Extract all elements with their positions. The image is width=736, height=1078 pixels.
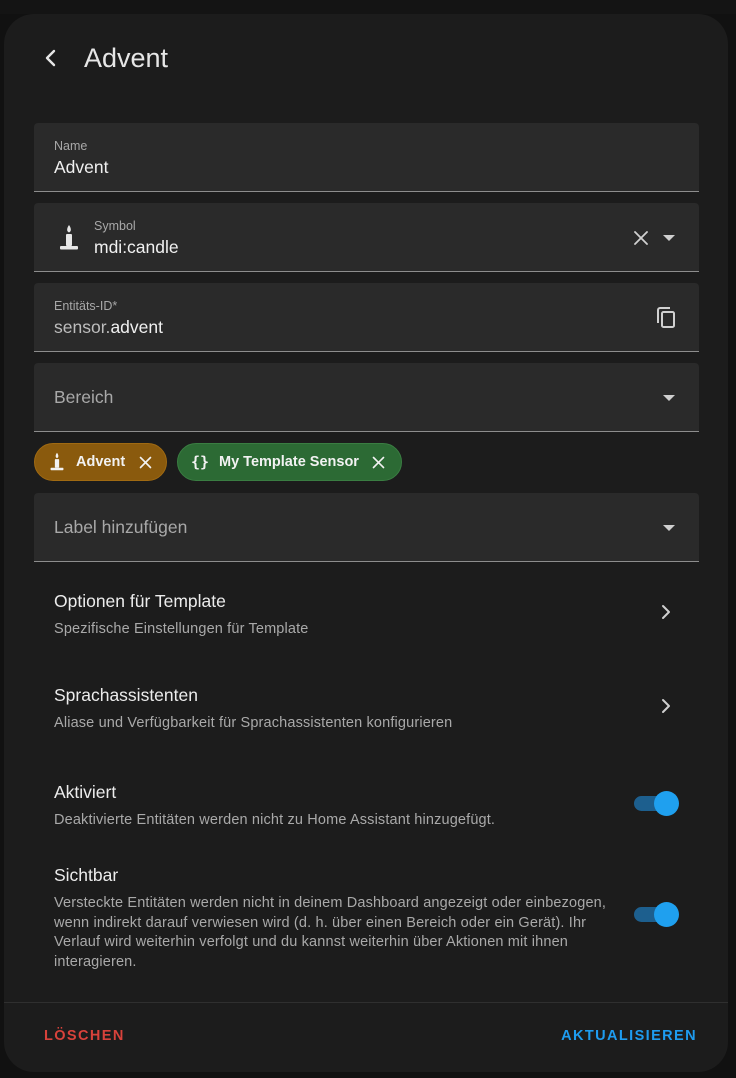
entity-id-prefix: sensor. xyxy=(54,317,111,337)
background-strip xyxy=(0,0,736,14)
name-field-label: Name xyxy=(54,139,88,153)
delete-button[interactable]: LÖSCHEN xyxy=(44,1026,125,1046)
row-subtitle: Versteckte Entitäten werden nicht in dei… xyxy=(54,895,607,970)
enabled-row: Aktiviert Deaktivierte Entitäten werden … xyxy=(54,782,614,831)
chip-label: My Template Sensor xyxy=(219,454,359,470)
copy-icon[interactable] xyxy=(653,305,679,331)
enabled-toggle[interactable] xyxy=(634,791,680,816)
toggle-thumb xyxy=(654,902,679,927)
close-icon[interactable] xyxy=(367,450,391,474)
entity-id-field-value: sensor.advent xyxy=(54,317,163,338)
voice-assistants-row[interactable]: Sprachassistenten Aliase und Verfügbarke… xyxy=(54,685,694,734)
dropdown-arrow-icon[interactable] xyxy=(658,387,680,409)
area-field[interactable]: Bereich xyxy=(34,363,699,432)
dropdown-arrow-icon[interactable] xyxy=(658,517,680,539)
candle-icon xyxy=(46,451,68,473)
update-button[interactable]: AKTUALISIEREN xyxy=(561,1026,697,1046)
row-subtitle: Aliase und Verfügbarkeit für Sprachassis… xyxy=(54,715,453,731)
row-subtitle: Spezifische Einstellungen für Template xyxy=(54,621,309,637)
area-field-placeholder: Bereich xyxy=(54,387,114,407)
chevron-left-icon xyxy=(45,49,56,67)
row-title: Optionen für Template xyxy=(54,591,226,611)
clear-icon[interactable] xyxy=(630,227,652,249)
template-options-row[interactable]: Optionen für Template Spezifische Einste… xyxy=(54,591,694,640)
row-title: Sprachassistenten xyxy=(54,685,198,705)
entity-id-field-label: Entitäts-ID* xyxy=(54,299,118,313)
chip-label: Advent xyxy=(76,454,126,470)
row-subtitle: Deaktivierte Entitäten werden nicht zu H… xyxy=(54,812,496,828)
chip-my-template-sensor[interactable]: {} My Template Sensor xyxy=(177,443,402,481)
name-field[interactable]: Name Advent xyxy=(34,123,699,192)
visible-toggle[interactable] xyxy=(634,902,680,927)
symbol-field-value: mdi:candle xyxy=(94,237,179,257)
symbol-field-label: Symbol xyxy=(94,219,136,233)
labels-field-placeholder: Label hinzufügen xyxy=(54,517,188,537)
chip-advent[interactable]: Advent xyxy=(34,443,167,481)
labels-field[interactable]: Label hinzufügen xyxy=(34,493,699,562)
symbol-field[interactable]: Symbol mdi:candle xyxy=(34,203,699,272)
visible-row: Sichtbar Versteckte Entitäten werden nic… xyxy=(54,865,614,972)
page-title: Advent xyxy=(84,43,169,73)
dialog-header: Advent xyxy=(4,14,728,104)
chevron-right-icon[interactable] xyxy=(654,694,678,718)
close-icon[interactable] xyxy=(133,450,157,474)
footer-divider xyxy=(4,1002,728,1003)
name-field-value: Advent xyxy=(54,157,109,177)
entity-id-field[interactable]: Entitäts-ID* sensor.advent xyxy=(34,283,699,352)
entity-id-suffix: advent xyxy=(110,317,163,337)
chevron-right-icon[interactable] xyxy=(654,600,678,624)
dropdown-arrow-icon[interactable] xyxy=(658,227,680,249)
back-button[interactable] xyxy=(36,42,64,74)
row-title: Sichtbar xyxy=(54,865,119,885)
candle-icon xyxy=(56,223,82,253)
row-title: Aktiviert xyxy=(54,782,117,802)
toggle-thumb xyxy=(654,791,679,816)
entity-settings-dialog: Advent Name Advent Symbol mdi:candle Ent… xyxy=(4,14,728,1072)
code-braces-icon: {} xyxy=(190,453,210,471)
